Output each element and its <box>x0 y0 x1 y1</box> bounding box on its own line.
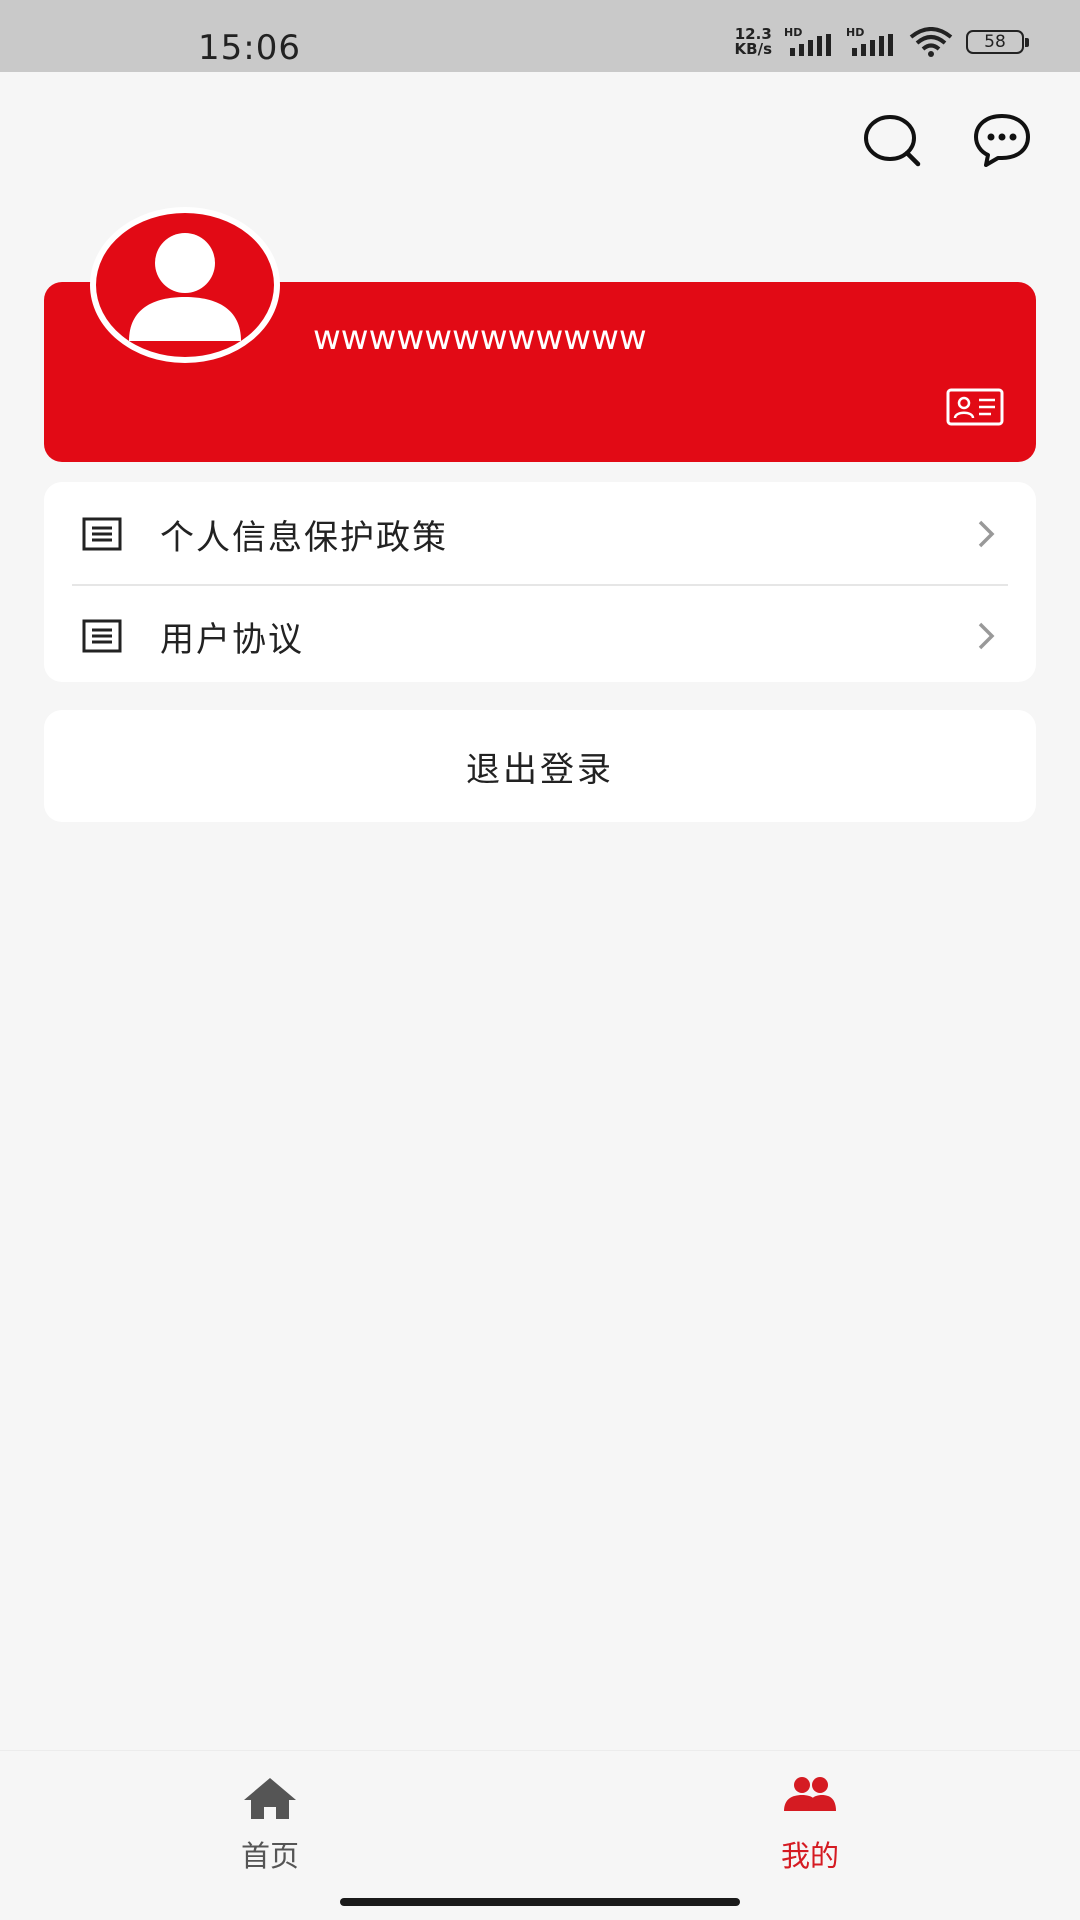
chevron-right-icon <box>978 622 995 650</box>
net-speed-unit: KB/s <box>734 40 772 58</box>
document-icon <box>82 619 122 653</box>
tab-mine[interactable]: 我的 <box>740 1775 880 1875</box>
bottom-nav: 首页 我的 <box>0 1750 1080 1881</box>
menu-card: 个人信息保护政策 用户协议 <box>44 482 1036 682</box>
search-icon[interactable] <box>862 112 922 168</box>
home-icon <box>244 1778 296 1819</box>
user-avatar-icon[interactable] <box>90 207 280 363</box>
battery-icon: 58 <box>966 30 1029 54</box>
profile-username: wwwwwwwwwwww <box>313 318 647 358</box>
document-icon <box>82 517 122 551</box>
status-time: 15:06 <box>198 28 301 68</box>
tab-home-label: 首页 <box>240 1839 299 1873</box>
logout-button[interactable]: 退出登录 <box>44 710 1036 822</box>
menu-item-privacy-policy[interactable]: 个人信息保护政策 <box>44 484 1036 584</box>
net-speed: 12.3 KB/s <box>735 27 772 57</box>
home-indicator[interactable] <box>340 1898 740 1906</box>
battery-level: 58 <box>984 32 1006 52</box>
tab-mine-label: 我的 <box>780 1839 839 1873</box>
users-icon <box>784 1777 836 1811</box>
logout-label: 退出登录 <box>466 749 614 790</box>
profile-page: 15:06 12.3 KB/s HD HD 58 wwwwwwwwwwww 个人… <box>0 0 1080 1920</box>
menu-item-label: 个人信息保护政策 <box>160 517 448 558</box>
id-card-icon[interactable] <box>946 388 1004 426</box>
menu-item-label: 用户协议 <box>160 619 304 660</box>
tab-home[interactable]: 首页 <box>200 1775 340 1875</box>
status-bar: 15:06 12.3 KB/s HD HD 58 <box>0 0 1080 72</box>
chevron-right-icon <box>978 520 995 548</box>
signal-icon: HD <box>784 26 834 58</box>
menu-item-user-agreement[interactable]: 用户协议 <box>44 586 1036 686</box>
status-indicators: 12.3 KB/s HD HD 58 <box>735 22 1029 62</box>
chat-bubble-icon[interactable] <box>972 112 1032 168</box>
signal-icon: HD <box>846 26 896 58</box>
wifi-icon <box>909 27 953 57</box>
